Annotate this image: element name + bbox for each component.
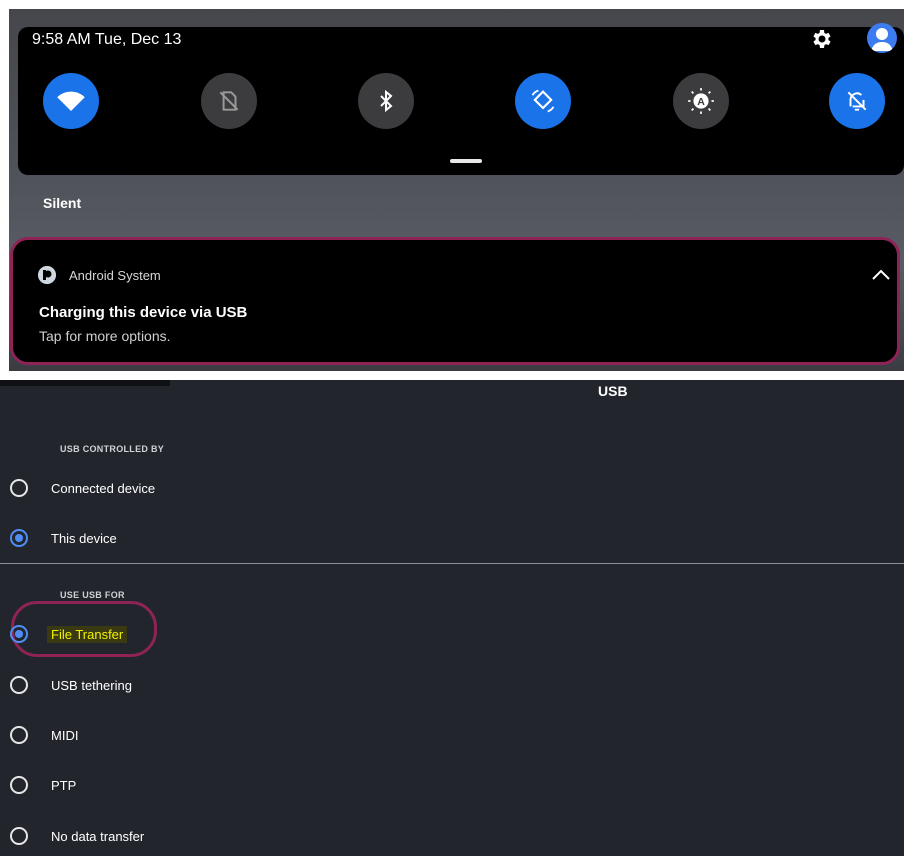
auto-brightness-tile[interactable]: A <box>673 73 729 129</box>
usb-charging-notification[interactable]: Android System Charging this device via … <box>10 237 900 365</box>
bluetooth-icon <box>380 89 393 113</box>
usb-title: USB <box>598 383 628 399</box>
section-divider <box>0 563 904 564</box>
panel-drag-handle[interactable] <box>450 159 482 163</box>
radio-usb-tethering[interactable] <box>10 676 28 694</box>
radio-this-device[interactable] <box>10 529 28 547</box>
usb-controlled-by-label: USB CONTROLLED BY <box>60 444 165 454</box>
radio-no-data-transfer[interactable] <box>10 827 28 845</box>
bell-off-icon <box>847 91 867 111</box>
top-edge-bar <box>0 380 170 386</box>
collapse-chevron-icon[interactable] <box>870 265 892 285</box>
usb-preferences-screenshot: USB USB CONTROLLED BY Connected device T… <box>0 380 904 856</box>
radio-ptp[interactable] <box>10 776 28 794</box>
radio-connected-device[interactable] <box>10 479 28 497</box>
user-avatar-icon[interactable] <box>867 23 897 53</box>
use-usb-for-label: USE USB FOR <box>60 590 125 600</box>
option-this-device[interactable]: This device <box>0 525 400 551</box>
quick-settings-panel: 9:58 AM Tue, Dec 13 A <box>18 23 904 175</box>
status-time-date: 9:58 AM Tue, Dec 13 <box>32 31 182 48</box>
no-sim-tile[interactable] <box>201 73 257 129</box>
option-usb-tethering[interactable]: USB tethering <box>0 672 400 698</box>
option-label: PTP <box>51 777 77 793</box>
option-label: No data transfer <box>51 828 145 844</box>
auto-rotate-icon <box>531 89 555 113</box>
android-system-icon <box>38 266 56 284</box>
svg-text:A: A <box>697 96 705 108</box>
option-label: MIDI <box>51 727 79 743</box>
auto-brightness-icon: A <box>688 88 714 114</box>
wifi-tile[interactable] <box>43 73 99 129</box>
bluetooth-tile[interactable] <box>358 73 414 129</box>
auto-rotate-tile[interactable] <box>515 73 571 129</box>
option-file-transfer[interactable]: File Transfer <box>0 621 400 647</box>
option-connected-device[interactable]: Connected device <box>0 475 400 501</box>
option-label: Connected device <box>51 480 156 496</box>
radio-file-transfer[interactable] <box>10 625 28 643</box>
silent-section-header: Silent <box>43 195 82 211</box>
do-not-disturb-tile[interactable] <box>829 73 885 129</box>
option-no-data-transfer[interactable]: No data transfer <box>0 823 400 849</box>
notification-text: Tap for more options. <box>39 328 171 344</box>
option-label: USB tethering <box>51 677 132 693</box>
gear-icon[interactable] <box>809 27 833 51</box>
radio-midi[interactable] <box>10 726 28 744</box>
option-midi[interactable]: MIDI <box>0 722 400 748</box>
option-label: This device <box>51 530 117 546</box>
notification-app-name: Android System <box>69 268 161 283</box>
notification-shade-screenshot: 9:58 AM Tue, Dec 13 A Silent Android Sys… <box>9 9 904 371</box>
notification-title: Charging this device via USB <box>39 304 248 321</box>
no-sim-icon <box>219 91 239 111</box>
option-label: File Transfer <box>47 625 128 643</box>
wifi-icon <box>57 91 85 111</box>
option-ptp[interactable]: PTP <box>0 772 400 798</box>
